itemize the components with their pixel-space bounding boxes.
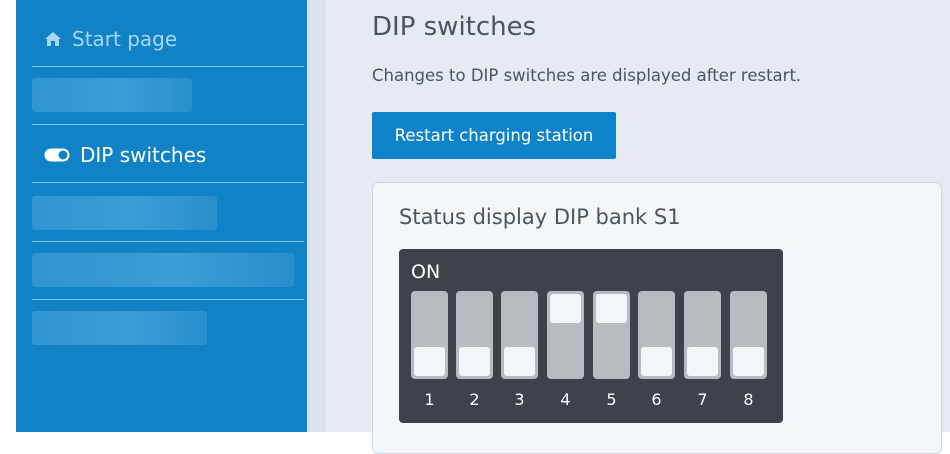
sidebar-item-start-page[interactable]: Start page xyxy=(16,10,307,68)
blurred-menu-item[interactable] xyxy=(32,78,192,112)
sidebar: Start page DIP switches xyxy=(16,0,307,432)
switch-number: 1 xyxy=(424,390,435,409)
switch-number: 4 xyxy=(560,390,571,409)
dip-bank-card: Status display DIP bank S1 ON 1 2 3 4 5 … xyxy=(372,182,942,454)
dip-switch-7[interactable] xyxy=(684,291,721,379)
switch-number: 6 xyxy=(651,390,662,409)
dip-switch-bank: ON 1 2 3 4 5 6 7 8 xyxy=(399,249,783,423)
dip-switch-6[interactable] xyxy=(638,291,675,379)
switch-number: 5 xyxy=(606,390,617,409)
switch-knob xyxy=(550,294,581,323)
dip-switch-5[interactable] xyxy=(593,291,630,379)
blurred-menu-item[interactable] xyxy=(32,311,207,345)
sidebar-divider xyxy=(32,241,304,242)
switch-number: 7 xyxy=(697,390,708,409)
on-label: ON xyxy=(411,261,441,283)
switch-knob xyxy=(596,294,627,323)
sidebar-item-label: DIP switches xyxy=(80,143,207,167)
sidebar-item-dip-switches[interactable]: DIP switches xyxy=(16,126,307,184)
dip-switch-3[interactable] xyxy=(501,291,538,379)
switch-number: 8 xyxy=(743,390,754,409)
switch-number: 3 xyxy=(514,390,525,409)
switch-knob xyxy=(733,347,764,376)
sidebar-divider xyxy=(32,182,304,183)
switch-knob xyxy=(414,347,445,376)
sidebar-divider xyxy=(32,299,304,300)
home-icon xyxy=(44,31,62,47)
sidebar-divider xyxy=(32,124,304,125)
dip-switch-2[interactable] xyxy=(456,291,493,379)
sidebar-divider xyxy=(32,66,304,67)
restart-notice: Changes to DIP switches are displayed af… xyxy=(372,66,802,85)
switch-knob xyxy=(504,347,535,376)
switch-knob xyxy=(459,347,490,376)
dip-switch-1[interactable] xyxy=(411,291,448,379)
page-title: DIP switches xyxy=(372,12,537,42)
card-title: Status display DIP bank S1 xyxy=(399,205,681,229)
toggle-icon xyxy=(44,148,70,162)
blurred-menu-item[interactable] xyxy=(32,196,217,230)
dip-switch-8[interactable] xyxy=(730,291,767,379)
restart-charging-station-button[interactable]: Restart charging station xyxy=(372,112,616,159)
sidebar-gutter xyxy=(307,0,326,432)
blurred-menu-item[interactable] xyxy=(32,253,294,287)
switch-knob xyxy=(641,347,672,376)
switch-knob xyxy=(687,347,718,376)
dip-switch-4[interactable] xyxy=(547,291,584,379)
sidebar-item-label: Start page xyxy=(72,27,178,51)
switch-number: 2 xyxy=(469,390,480,409)
